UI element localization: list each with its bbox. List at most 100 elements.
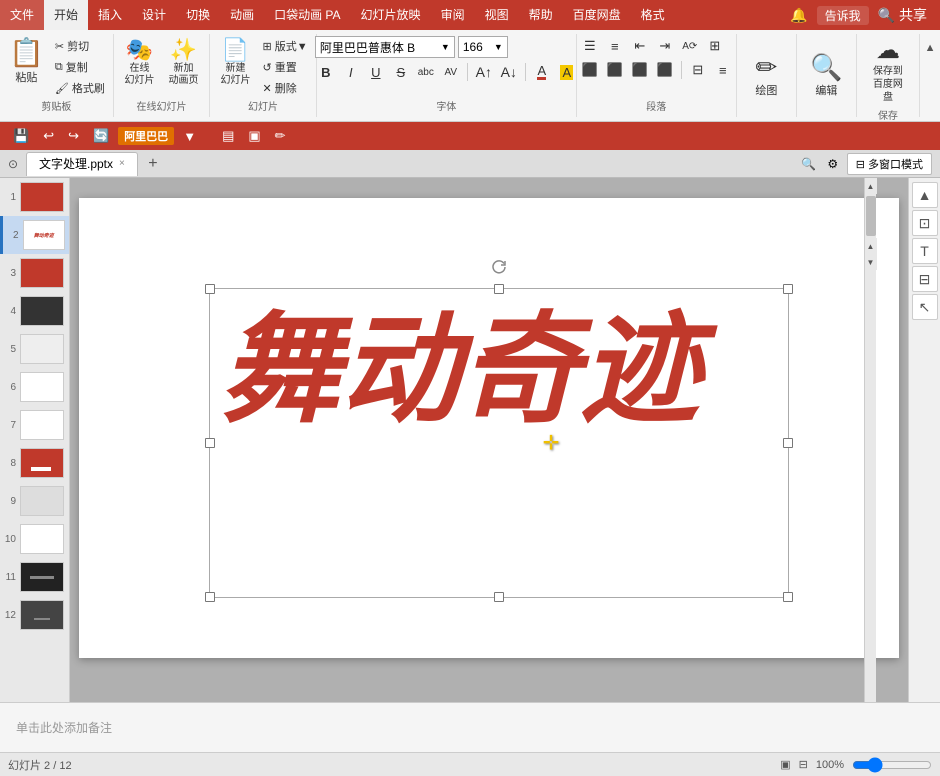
format-btn-5[interactable]: ↖ — [912, 294, 938, 320]
collapse-ribbon-button[interactable]: ▲ — [920, 38, 940, 58]
edit-btn[interactable]: ✏ — [270, 126, 291, 146]
bold-button[interactable]: B — [315, 62, 337, 82]
doc-tab[interactable]: 文字处理.pptx × — [26, 152, 138, 176]
tab-bar-home-icon[interactable]: ⊙ — [4, 155, 22, 173]
format-painter-button[interactable]: 🖌 格式刷 — [51, 78, 109, 98]
tab-format[interactable]: 格式 — [631, 0, 675, 30]
tab-transition[interactable]: 切换 — [176, 0, 220, 30]
view-normal-btn-status[interactable]: ▣ — [780, 758, 790, 771]
slide-thumb-6[interactable]: 6 — [0, 368, 69, 406]
line-spacing-button[interactable]: ≡ — [712, 60, 734, 80]
columns-button[interactable]: ⊟ — [687, 60, 709, 80]
slide-thumb-1[interactable]: 1 — [0, 178, 69, 216]
slide-thumb-5[interactable]: 5 — [0, 330, 69, 368]
new-slide-button[interactable]: 📄 新建幻灯片 — [215, 36, 257, 90]
undo-btn[interactable]: ↩ — [38, 126, 59, 146]
tab-view[interactable]: 视图 — [475, 0, 519, 30]
increase-indent-button[interactable]: ⇥ — [654, 36, 676, 56]
save-button[interactable]: ☁ 保存到百度网盘 — [865, 36, 911, 107]
tab-file[interactable]: 文件 — [0, 0, 44, 30]
refresh-btn[interactable]: 🔄 — [88, 126, 114, 146]
delete-slide-button[interactable]: ✕ 删除 — [259, 78, 312, 98]
decrease-font-button[interactable]: A↓ — [498, 62, 520, 82]
handle-e[interactable] — [783, 438, 793, 448]
slide-thumb-11[interactable]: 11 — [0, 558, 69, 596]
slide-thumb-2[interactable]: 2 舞动奇迹 — [0, 216, 69, 254]
tab-design[interactable]: 设计 — [132, 0, 176, 30]
slide-thumb-9[interactable]: 9 — [0, 482, 69, 520]
slide-thumb-3[interactable]: 3 — [0, 254, 69, 292]
tab-baidu-pan[interactable]: 百度网盘 — [563, 0, 631, 30]
handle-n[interactable] — [494, 284, 504, 294]
handle-ne[interactable] — [783, 284, 793, 294]
italic-button[interactable]: I — [340, 62, 362, 82]
handle-s[interactable] — [494, 592, 504, 602]
scroll-down-arrow-2[interactable]: ▼ — [865, 254, 877, 270]
format-btn-1[interactable]: ▲ — [912, 182, 938, 208]
strikethrough-button[interactable]: S — [390, 62, 412, 82]
editing-button[interactable]: 🔍 编辑 — [805, 51, 847, 101]
slide-thumb-4[interactable]: 4 — [0, 292, 69, 330]
scroll-down-arrow-1[interactable]: ▲ — [865, 238, 877, 254]
add-doc-tab-btn[interactable]: + — [142, 153, 164, 175]
format-btn-2[interactable]: ⊡ — [912, 210, 938, 236]
zoom-slider[interactable] — [852, 757, 932, 773]
notes-area[interactable]: 单击此处添加备注 — [0, 702, 940, 752]
font-name-input[interactable]: 阿里巴巴普惠体 B ▼ — [315, 36, 455, 58]
increase-font-button[interactable]: A↑ — [473, 62, 495, 82]
underline-button[interactable]: U — [365, 62, 387, 82]
convert-to-smartart-button[interactable]: ⊞ — [704, 36, 726, 56]
slide-thumb-7[interactable]: 7 — [0, 406, 69, 444]
reset-button[interactable]: ↺ 重置 — [259, 57, 312, 77]
format-btn-3[interactable]: T — [912, 238, 938, 264]
slide-thumb-10[interactable]: 10 — [0, 520, 69, 558]
tab-pocket-animation[interactable]: 口袋动画 PA — [264, 0, 350, 30]
search-share-btn[interactable]: 🔍 共享 — [873, 3, 932, 27]
tell-me-btn[interactable]: 告诉我 — [817, 6, 869, 25]
handle-nw[interactable] — [205, 284, 215, 294]
font-size-input[interactable]: 166 ▼ — [458, 36, 508, 58]
text-shadow-button[interactable]: abc — [415, 62, 437, 82]
bell-icon[interactable]: 🔔 — [785, 5, 812, 26]
tab-animation[interactable]: 动画 — [220, 0, 264, 30]
layout-button[interactable]: ⊞ 版式▼ — [259, 36, 312, 56]
online-slides-button[interactable]: 🎭 在线幻灯片 — [119, 36, 161, 90]
slide-thumb-8[interactable]: 8 — [0, 444, 69, 482]
tab-insert[interactable]: 插入 — [88, 0, 132, 30]
multi-window-btn[interactable]: ⊟ 多窗口模式 — [847, 153, 932, 175]
format-btn-4[interactable]: ⊟ — [912, 266, 938, 292]
scroll-up-arrow[interactable]: ▲ — [865, 178, 877, 194]
handle-w[interactable] — [205, 438, 215, 448]
drawing-button[interactable]: ✏ 绘图 — [745, 51, 787, 101]
tab-home[interactable]: 开始 — [44, 0, 88, 30]
paste-button[interactable]: 📋 粘贴 — [4, 36, 49, 88]
slide-thumb-12[interactable]: 12 — [0, 596, 69, 634]
decrease-indent-button[interactable]: ⇤ — [629, 36, 651, 56]
handle-sw[interactable] — [205, 592, 215, 602]
tab-search-icon[interactable]: 🔍 — [799, 154, 819, 174]
doc-tab-close[interactable]: × — [119, 152, 125, 176]
text-box[interactable]: 舞动奇迹 ✛ — [209, 288, 789, 598]
tab-help[interactable]: 帮助 — [519, 0, 563, 30]
letter-spacing-button[interactable]: AV — [440, 62, 462, 82]
redo-btn[interactable]: ↪ — [63, 126, 84, 146]
handle-se[interactable] — [783, 592, 793, 602]
align-center-button[interactable]: ⬛ — [604, 60, 626, 80]
align-right-button[interactable]: ⬛ — [629, 60, 651, 80]
tab-slideshow[interactable]: 幻灯片放映 — [351, 0, 431, 30]
tab-review[interactable]: 审阅 — [431, 0, 475, 30]
align-left-button[interactable]: ⬛ — [579, 60, 601, 80]
rotate-handle[interactable] — [491, 259, 507, 275]
bullets-button[interactable]: ☰ — [579, 36, 601, 56]
cut-button[interactable]: ✂ 剪切 — [51, 36, 109, 56]
scroll-thumb[interactable] — [866, 196, 876, 236]
text-direction-button[interactable]: A⟳ — [679, 36, 701, 56]
highlight-button[interactable]: A — [556, 62, 578, 82]
add-animation-button[interactable]: ✨ 新加动画页 — [163, 36, 205, 90]
copy-button[interactable]: ⧉ 复制 — [51, 57, 109, 77]
view-slider-btn-status[interactable]: ⊟ — [799, 758, 808, 771]
view-normal-btn[interactable]: ▣ — [243, 126, 265, 146]
save-quick-btn[interactable]: 💾 — [8, 126, 34, 146]
view-grid-btn[interactable]: ▤ — [217, 126, 239, 146]
font-color-button[interactable]: A — [531, 62, 553, 82]
